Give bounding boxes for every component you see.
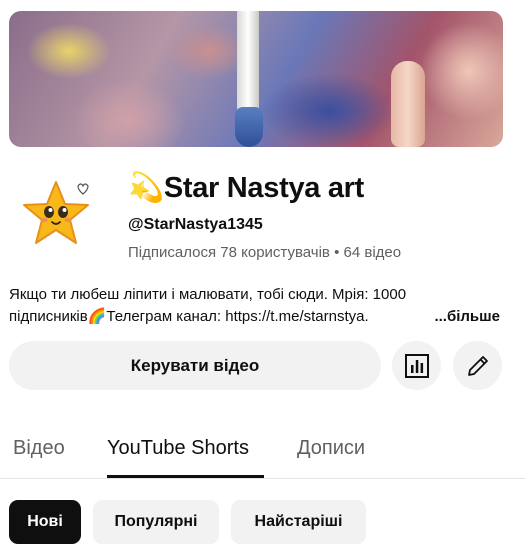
- banner-finger: [391, 61, 425, 147]
- channel-stats: Підписалося 78 користувачів • 64 відео: [128, 243, 401, 263]
- channel-avatar[interactable]: [16, 174, 96, 254]
- active-tab-indicator: [107, 475, 264, 478]
- analytics-icon: [404, 353, 429, 378]
- tab-posts[interactable]: Дописи: [297, 435, 365, 461]
- channel-banner: [9, 11, 503, 147]
- banner-brush-tip: [235, 107, 263, 147]
- tab-videos[interactable]: Відео: [13, 435, 65, 461]
- analytics-button[interactable]: [392, 341, 441, 390]
- tab-shorts[interactable]: YouTube Shorts: [107, 435, 249, 461]
- star-avatar-icon: [23, 181, 89, 244]
- sparkle-emoji-icon: 💫: [128, 172, 164, 204]
- edit-channel-button[interactable]: [453, 341, 502, 390]
- edit-pencil-icon: [467, 355, 488, 376]
- channel-name-text: Star Nastya art: [163, 172, 365, 204]
- subscriber-count: Підписалося 78 користувачів: [128, 244, 330, 261]
- channel-handle: @StarNastya1345: [128, 216, 263, 233]
- description-line-1: Якщо ти любеш ліпити і малювати, тобі сю…: [9, 286, 407, 303]
- banner-brush: [237, 11, 259, 117]
- manage-videos-button[interactable]: Керувати відео: [9, 341, 381, 390]
- chip-oldest[interactable]: Найстаріші: [231, 500, 366, 544]
- chip-popular[interactable]: Популярні: [93, 500, 219, 544]
- channel-title: 💫Star Nastya art: [128, 168, 364, 208]
- more-link[interactable]: ...більше: [432, 306, 500, 328]
- channel-tabs: Відео YouTube Shorts Дописи: [0, 418, 525, 479]
- video-count: 64 відео: [343, 244, 402, 261]
- stats-separator: •: [334, 244, 340, 261]
- channel-description[interactable]: Якщо ти любеш ліпити і малювати, тобі сю…: [9, 284, 514, 328]
- chip-newest[interactable]: Нові: [9, 500, 81, 544]
